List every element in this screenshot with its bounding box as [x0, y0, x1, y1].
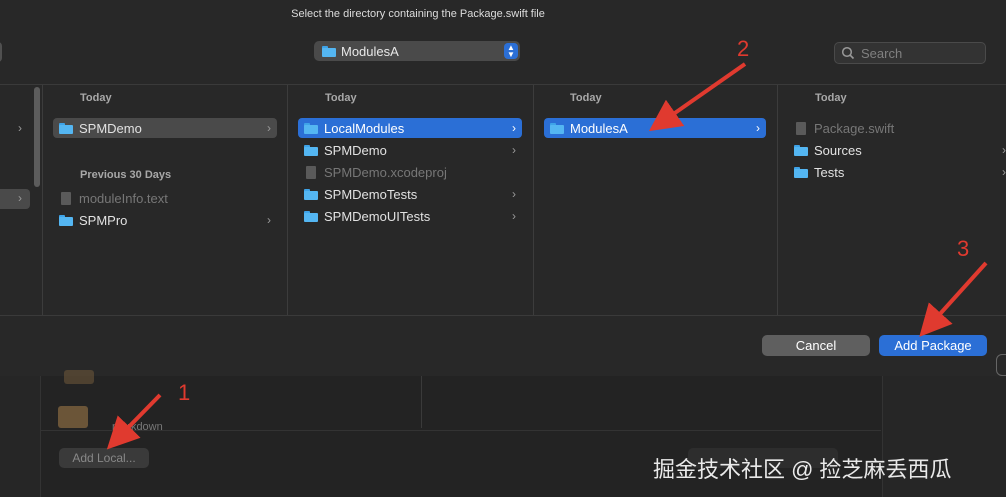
annotation-arrows: [106, 62, 988, 450]
annotation-number-1: 1: [178, 380, 191, 405]
annotation-number-3: 3: [957, 236, 970, 261]
arrow-1: [106, 393, 162, 450]
arrow-2: [648, 62, 747, 132]
watermark: 掘金技术社区 @ 捡芝麻丢西瓜: [653, 457, 952, 482]
annotation-number-2: 2: [737, 36, 750, 61]
arrow-3: [919, 261, 988, 337]
